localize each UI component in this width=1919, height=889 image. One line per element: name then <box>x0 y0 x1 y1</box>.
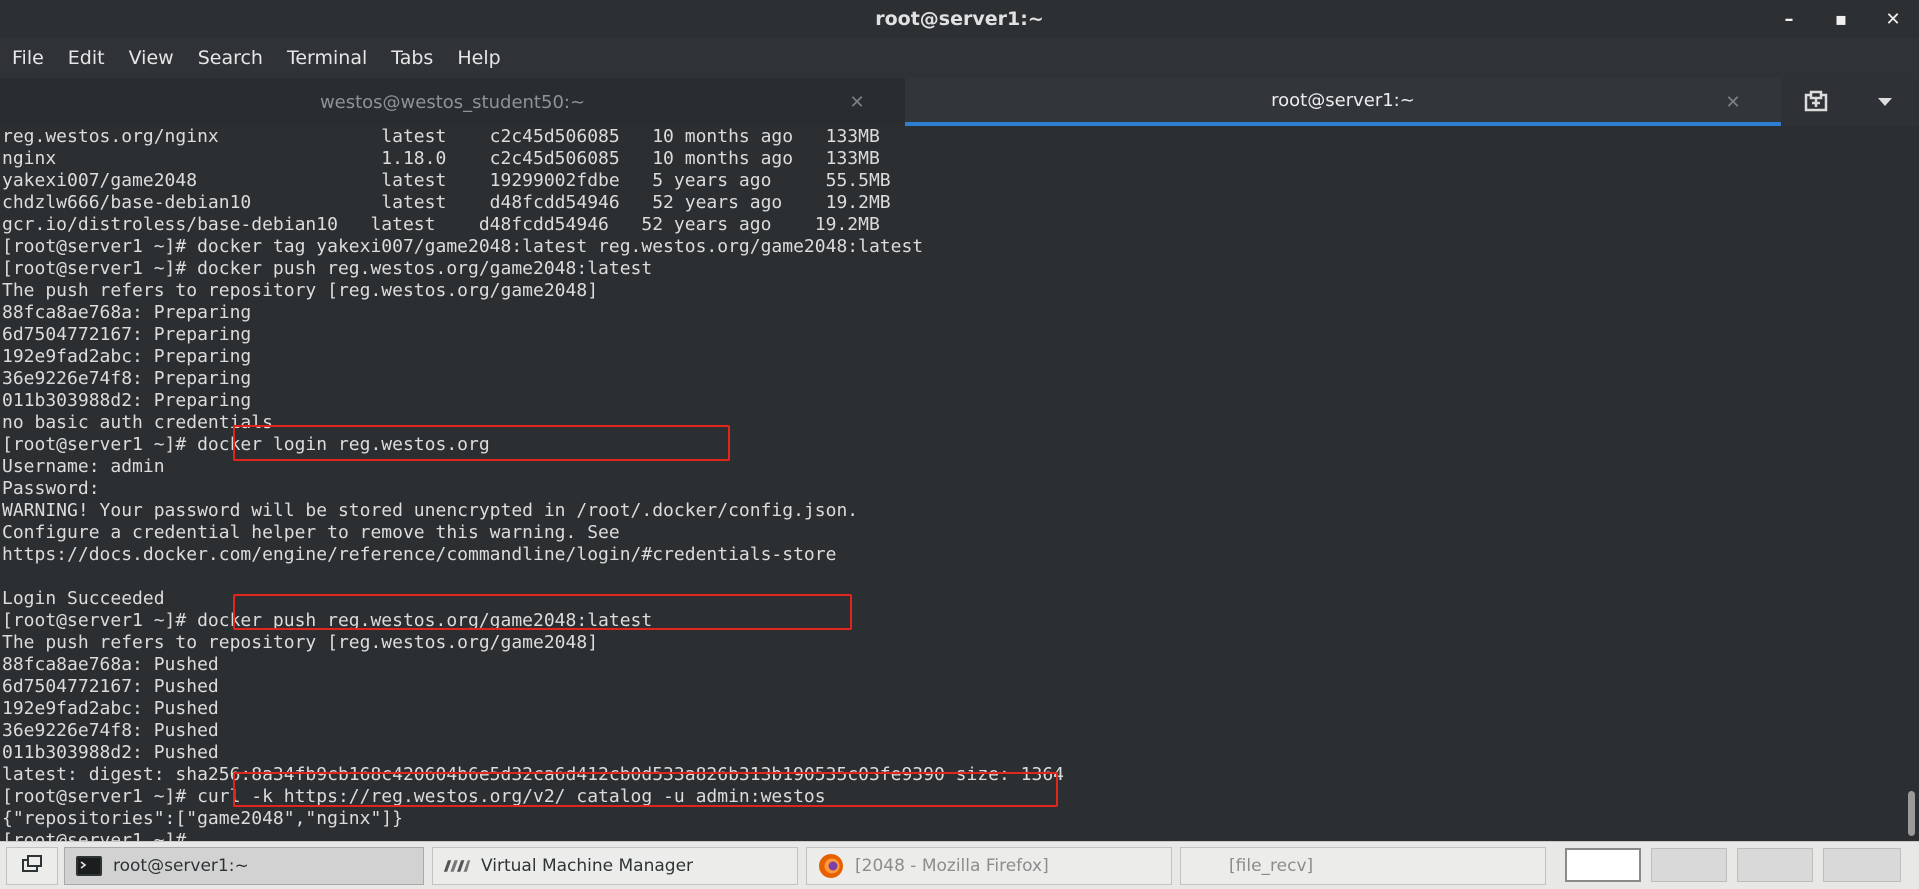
terminal-line: Configure a credential helper to remove … <box>2 522 620 543</box>
menu-file[interactable]: File <box>0 38 56 78</box>
terminal-line: Password: <box>2 478 100 499</box>
terminal-line: 88fca8ae768a: Pushed <box>2 654 219 675</box>
taskbar-item-firefox[interactable]: [2048 - Mozilla Firefox] <box>806 847 1172 885</box>
terminal-line: 88fca8ae768a: Preparing <box>2 302 252 323</box>
workspace-3[interactable] <box>1737 848 1813 882</box>
terminal-line: [root@server1 ~]# docker push reg.westos… <box>2 258 653 279</box>
tab-root-server1[interactable]: root@server1:~ ✕ <box>905 78 1781 126</box>
tab-close-icon[interactable]: ✕ <box>845 90 869 114</box>
terminal-line: https://docs.docker.com/engine/reference… <box>2 544 837 565</box>
terminal-line: The push refers to repository [reg.westo… <box>2 632 599 653</box>
terminal-line: 6d7504772167: Pushed <box>2 676 219 697</box>
terminal-line: [root@server1 ~]# docker tag yakexi007/g… <box>2 236 924 257</box>
menu-terminal[interactable]: Terminal <box>275 38 379 78</box>
tab-label: westos@westos_student50:~ <box>319 91 586 113</box>
menu-search[interactable]: Search <box>186 38 275 78</box>
show-desktop-icon <box>21 854 43 879</box>
terminal-line: chdzlw666/base-debian10 latest d48fcdd54… <box>2 192 891 213</box>
menu-tabs[interactable]: Tabs <box>379 38 445 78</box>
terminal-line: Username: admin <box>2 456 165 477</box>
terminal-line: {"repositories":["game2048","nginx"]} <box>2 808 403 829</box>
terminal-line: Login Succeeded <box>2 588 165 609</box>
minimize-button[interactable]: – <box>1763 0 1815 38</box>
chevron-down-icon[interactable] <box>1850 78 1919 126</box>
workspace-1[interactable] <box>1565 848 1641 882</box>
terminal-line: The push refers to repository [reg.westo… <box>2 280 599 301</box>
highlight-docker-login <box>233 425 730 461</box>
new-tab-icon[interactable] <box>1781 78 1850 126</box>
taskbar-item-terminal[interactable]: root@server1:~ <box>64 847 424 885</box>
terminal-line: reg.westos.org/nginx latest c2c45d506085… <box>2 126 880 147</box>
window-titlebar[interactable]: root@server1:~ – ▪ ✕ <box>0 0 1919 38</box>
terminal-line: 6d7504772167: Preparing <box>2 324 252 345</box>
menu-edit[interactable]: Edit <box>56 38 117 78</box>
taskbar-item-label: [file_recv] <box>1229 856 1314 876</box>
terminal-line: WARNING! Your password will be stored un… <box>2 500 859 521</box>
highlight-curl-catalog <box>233 772 1058 807</box>
tab-westos-student[interactable]: westos@westos_student50:~ ✕ <box>0 78 905 126</box>
terminal-line: 192e9fad2abc: Preparing <box>2 346 252 367</box>
highlight-docker-push <box>233 594 852 630</box>
menu-bar: File Edit View Search Terminal Tabs Help <box>0 38 1919 78</box>
tab-close-icon[interactable]: ✕ <box>1721 90 1745 114</box>
menu-view[interactable]: View <box>117 38 186 78</box>
workspace-2[interactable] <box>1651 848 1727 882</box>
tab-actions <box>1781 78 1919 126</box>
maximize-button[interactable]: ▪ <box>1815 0 1867 38</box>
terminal-line: gcr.io/distroless/base-debian10 latest d… <box>2 214 880 235</box>
tab-label: root@server1:~ <box>1271 89 1415 111</box>
menu-help[interactable]: Help <box>445 38 512 78</box>
window-title: root@server1:~ <box>875 8 1044 30</box>
terminal-line: 011b303988d2: Pushed <box>2 742 219 763</box>
terminal-line: 36e9226e74f8: Preparing <box>2 368 252 389</box>
taskbar-item-label: [2048 - Mozilla Firefox] <box>855 856 1049 876</box>
terminal-icon <box>75 855 103 877</box>
tab-bar: westos@westos_student50:~ ✕ root@server1… <box>0 78 1919 126</box>
terminal-line: 36e9226e74f8: Pushed <box>2 720 219 741</box>
terminal-line: 011b303988d2: Preparing <box>2 390 252 411</box>
terminal-scrollbar[interactable] <box>1904 126 1919 841</box>
terminal-line: 192e9fad2abc: Pushed <box>2 698 219 719</box>
close-button[interactable]: ✕ <box>1867 0 1919 38</box>
terminal-line: nginx 1.18.0 c2c45d506085 10 months ago … <box>2 148 880 169</box>
taskbar: root@server1:~ Virtual Machine Manager [… <box>0 841 1919 889</box>
taskbar-item-file-recv[interactable]: [file_recv] <box>1180 847 1546 885</box>
taskbar-item-virt-manager[interactable]: Virtual Machine Manager <box>432 847 798 885</box>
terminal-line: [root@server1 ~]# <box>2 830 198 841</box>
window-controls: – ▪ ✕ <box>1763 0 1919 38</box>
firefox-icon <box>817 854 845 878</box>
workspace-4[interactable] <box>1823 848 1901 882</box>
taskbar-item-label: root@server1:~ <box>113 856 249 876</box>
show-desktop-button[interactable] <box>6 847 58 885</box>
taskbar-item-label: Virtual Machine Manager <box>481 856 694 876</box>
terminal-line: yakexi007/game2048 latest 19299002fdbe 5… <box>2 170 891 191</box>
scrollbar-thumb[interactable] <box>1908 791 1915 836</box>
terminal-output[interactable]: reg.westos.org/nginx latest c2c45d506085… <box>0 126 1904 841</box>
virt-manager-icon <box>443 855 471 877</box>
